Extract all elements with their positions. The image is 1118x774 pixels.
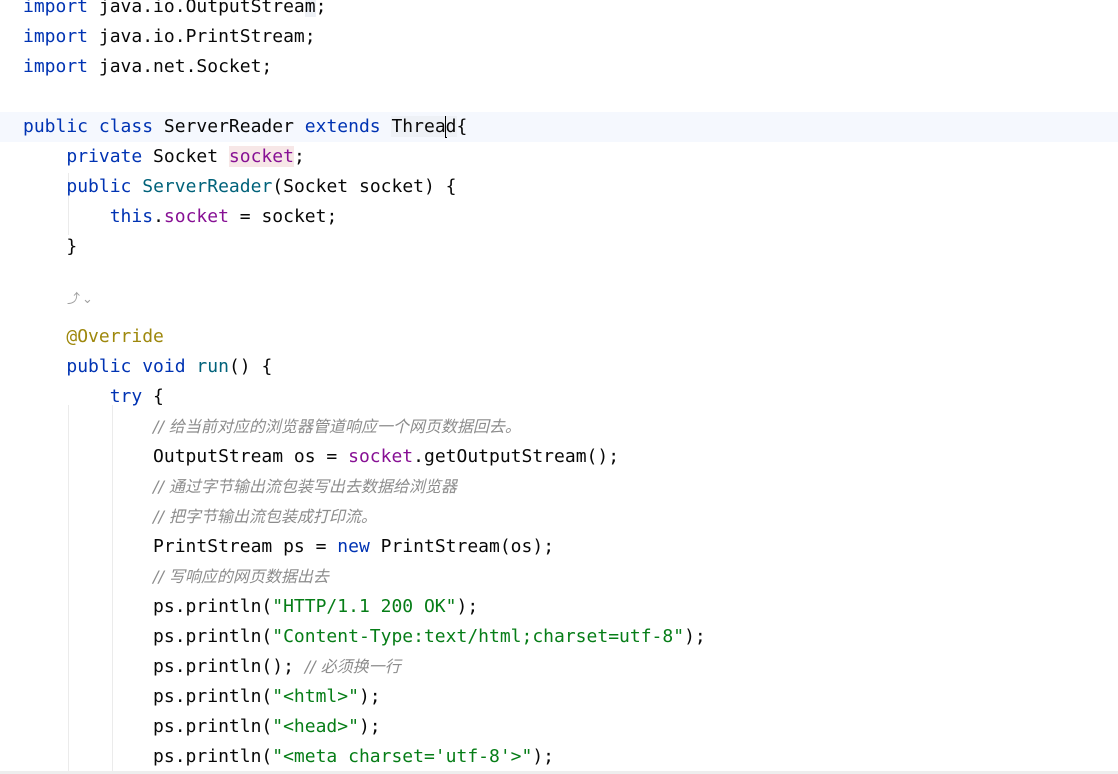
code-line[interactable]: // 写响应的网页数据出去 (23, 562, 329, 592)
code-line[interactable]: public class ServerReader extends Thread… (23, 112, 467, 142)
code-line[interactable]: OutputStream os = socket.getOutputStream… (23, 442, 619, 472)
code-token: java.net.Socket; (88, 56, 273, 77)
code-token: PrintStream ps = (23, 536, 338, 557)
gutter-override-marker[interactable]: ⤴ ⌄ (67, 288, 93, 312)
code-token: ); (358, 716, 381, 737)
code-token: m (304, 0, 316, 17)
code-token: .getOutputStream(); (413, 446, 620, 467)
code-token: @Override (66, 326, 164, 347)
code-token: public (66, 176, 132, 197)
code-line[interactable]: ps.println("HTTP/1.1 200 OK"); (23, 592, 478, 622)
code-token: "HTTP/1.1 200 OK" (272, 596, 457, 617)
code-token: // 把字节输出流包装成打印流。 (153, 507, 377, 526)
code-token: ); (532, 746, 555, 767)
code-token: . (153, 206, 164, 227)
code-token: ServerReader (142, 176, 273, 197)
code-token: ; (293, 146, 305, 167)
code-token: ps.println( (23, 716, 273, 737)
chevron-down-icon[interactable]: ⌄ (82, 288, 93, 312)
code-token: () { (228, 356, 273, 377)
code-token: ); (358, 686, 381, 707)
code-token: OutputStream os = (23, 446, 349, 467)
code-token: public void (66, 356, 186, 377)
code-editor[interactable]: import java.io.OutputStream; import java.… (0, 0, 1118, 774)
code-token: new (337, 536, 370, 557)
code-token: extends (304, 116, 381, 137)
code-token: socket (348, 446, 414, 467)
code-line[interactable]: import java.io.OutputStream; (23, 0, 326, 22)
code-token: ps.println( (23, 686, 273, 707)
code-token: run (196, 356, 229, 377)
code-token: // 给当前对应的浏览器管道响应一个网页数据回去。 (153, 417, 521, 436)
code-line[interactable]: } (23, 232, 77, 262)
code-token: { (142, 386, 164, 407)
code-line[interactable]: // 给当前对应的浏览器管道响应一个网页数据回去。 (23, 412, 521, 442)
code-token: } (23, 236, 78, 257)
code-token: // 必须换一行 (304, 657, 401, 676)
code-token: import (23, 56, 89, 77)
code-line[interactable]: import java.io.PrintStream; (23, 22, 316, 52)
code-line[interactable]: private Socket socket; (23, 142, 305, 172)
override-method-icon[interactable]: ⤴ (67, 288, 80, 312)
code-token: ps.println( (23, 746, 273, 767)
code-line[interactable]: import java.net.Socket; (23, 52, 272, 82)
code-token: d (445, 116, 457, 137)
code-token: java.io.PrintStream; (88, 26, 316, 47)
code-token: this (109, 206, 154, 227)
code-token: ; (315, 0, 327, 17)
code-token: socket (163, 206, 229, 227)
code-line[interactable]: try { (23, 382, 164, 412)
code-line[interactable]: ps.println("Content-Type:text/html;chars… (23, 622, 706, 652)
code-line[interactable]: this.socket = socket; (23, 202, 338, 232)
code-token: import (23, 0, 89, 17)
code-line[interactable]: ps.println(); // 必须换一行 (23, 652, 401, 682)
code-line[interactable]: ps.println("<meta charset='utf-8'>"); (23, 742, 554, 772)
code-token: public class (23, 116, 154, 137)
code-line[interactable]: // 通过字节输出流包装写出去数据给浏览器 (23, 472, 457, 502)
code-token: Socket (142, 146, 229, 167)
code-line[interactable]: @Override (23, 322, 164, 352)
code-token: java.io.OutputStrea (88, 0, 305, 17)
code-line[interactable]: ps.println("<html>"); (23, 682, 381, 712)
code-token: = socket; (228, 206, 338, 227)
code-token: import (23, 26, 89, 47)
code-token: socket (228, 146, 294, 167)
code-token: { (456, 116, 468, 137)
code-token: "<meta charset='utf-8'>" (272, 746, 533, 767)
code-token: "<html>" (272, 686, 359, 707)
code-token: // 写响应的网页数据出去 (153, 567, 329, 586)
code-token: // 通过字节输出流包装写出去数据给浏览器 (153, 477, 457, 496)
code-line[interactable]: public ServerReader(Socket socket) { (23, 172, 457, 202)
code-line[interactable]: PrintStream ps = new PrintStream(os); (23, 532, 554, 562)
code-line[interactable]: // 把字节输出流包装成打印流。 (23, 502, 377, 532)
code-token: private (66, 146, 143, 167)
code-token: "Content-Type:text/html;charset=utf-8" (272, 626, 685, 647)
code-token: ps.println( (23, 626, 273, 647)
code-token: "<head>" (272, 716, 359, 737)
code-token: (Socket socket) { (272, 176, 457, 197)
code-token: Threa (391, 116, 446, 137)
code-token: PrintStream(os); (369, 536, 555, 557)
code-line[interactable]: public void run() { (23, 352, 272, 382)
code-token: try (109, 386, 143, 407)
code-token: ps.println( (23, 596, 273, 617)
code-token: ServerReader (153, 116, 305, 137)
code-token: ); (684, 626, 706, 647)
code-line[interactable]: ps.println("<head>"); (23, 712, 381, 742)
code-token: ps.println(); (23, 656, 305, 677)
code-token: ); (456, 596, 479, 617)
